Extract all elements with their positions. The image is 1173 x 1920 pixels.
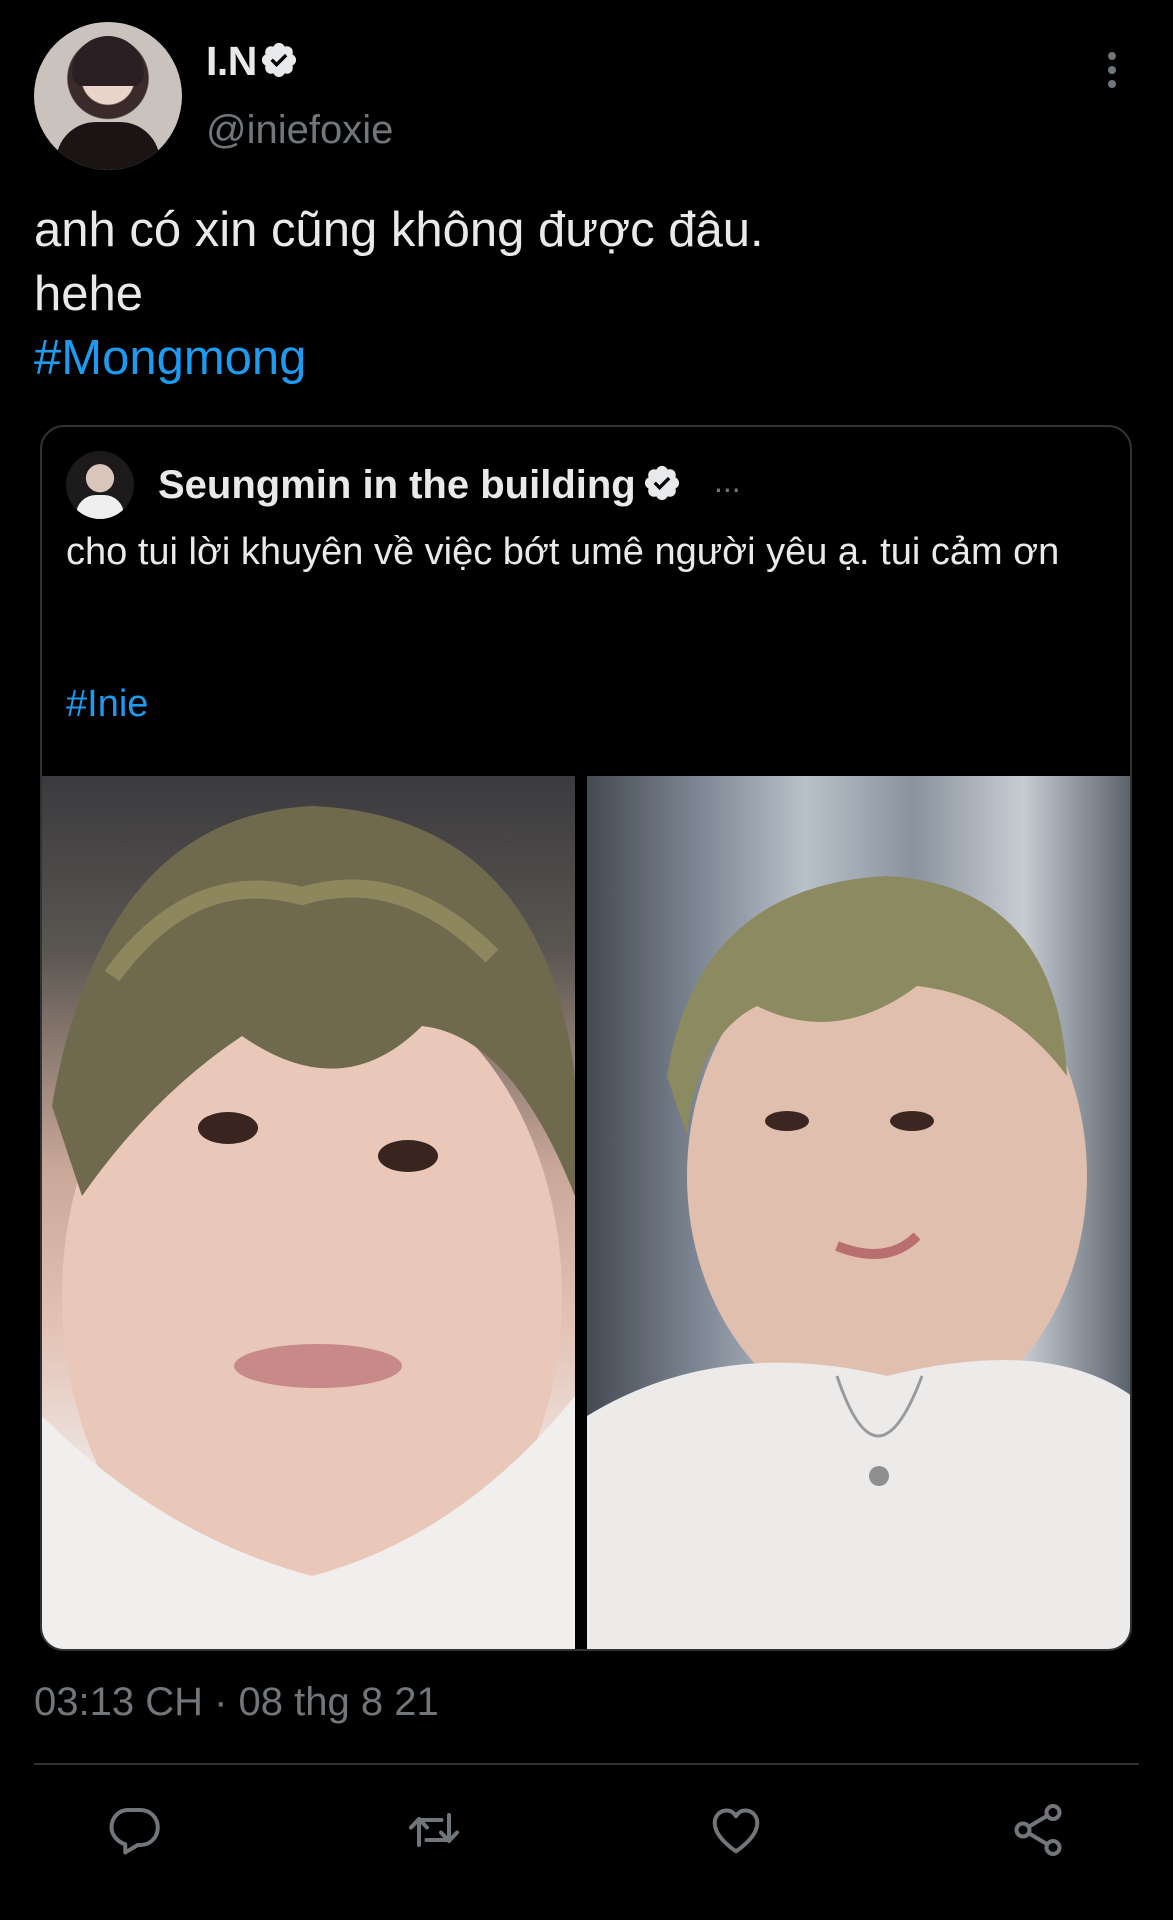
author-name-row[interactable]: I.N (206, 38, 299, 85)
retweet-button[interactable] (404, 1800, 464, 1860)
hashtag-link[interactable]: #Mongmong (34, 326, 1134, 390)
tweet-text: anh có xin cũng không được đâu. hehe #Mo… (34, 198, 1134, 390)
quote-author-name: Seungmin in the building (158, 463, 636, 507)
author-handle[interactable]: @iniefoxie (206, 108, 393, 153)
quoted-tweet-card[interactable]: Seungmin in the building ... cho tui lời… (40, 425, 1132, 1651)
like-button[interactable] (706, 1800, 766, 1860)
tweet-text-line: hehe (34, 267, 144, 321)
quote-hashtag-link[interactable]: #Inie (66, 683, 148, 726)
verified-badge-icon (644, 466, 679, 501)
reply-button[interactable] (104, 1800, 164, 1860)
author-avatar[interactable] (34, 22, 182, 170)
tweet: I.N @iniefoxie anh có xin cũng không đượ… (0, 0, 1173, 1920)
author-name[interactable]: I.N (206, 38, 257, 84)
tweet-text-line: anh có xin cũng không được đâu. (34, 203, 764, 257)
more-options-icon[interactable] (1100, 50, 1124, 90)
share-button[interactable] (1008, 1800, 1068, 1860)
divider (34, 1763, 1139, 1765)
share-icon (1014, 1804, 1062, 1856)
tweet-timestamp[interactable]: 03:13 CH · 08 thg 8 21 (34, 1680, 439, 1725)
quote-photo-left[interactable] (42, 776, 575, 1649)
heart-icon (712, 1808, 760, 1854)
reply-icon (109, 1808, 160, 1855)
retweet-icon (409, 1813, 459, 1847)
verified-badge-icon (261, 43, 296, 78)
quote-author-avatar (66, 451, 134, 519)
quote-photo-right[interactable] (587, 776, 1130, 1649)
quote-ellipsis: ... (714, 463, 741, 499)
quote-author-name-row: Seungmin in the building (158, 463, 682, 508)
quote-text: cho tui lời khuyên về việc bớt umê người… (66, 531, 1060, 573)
